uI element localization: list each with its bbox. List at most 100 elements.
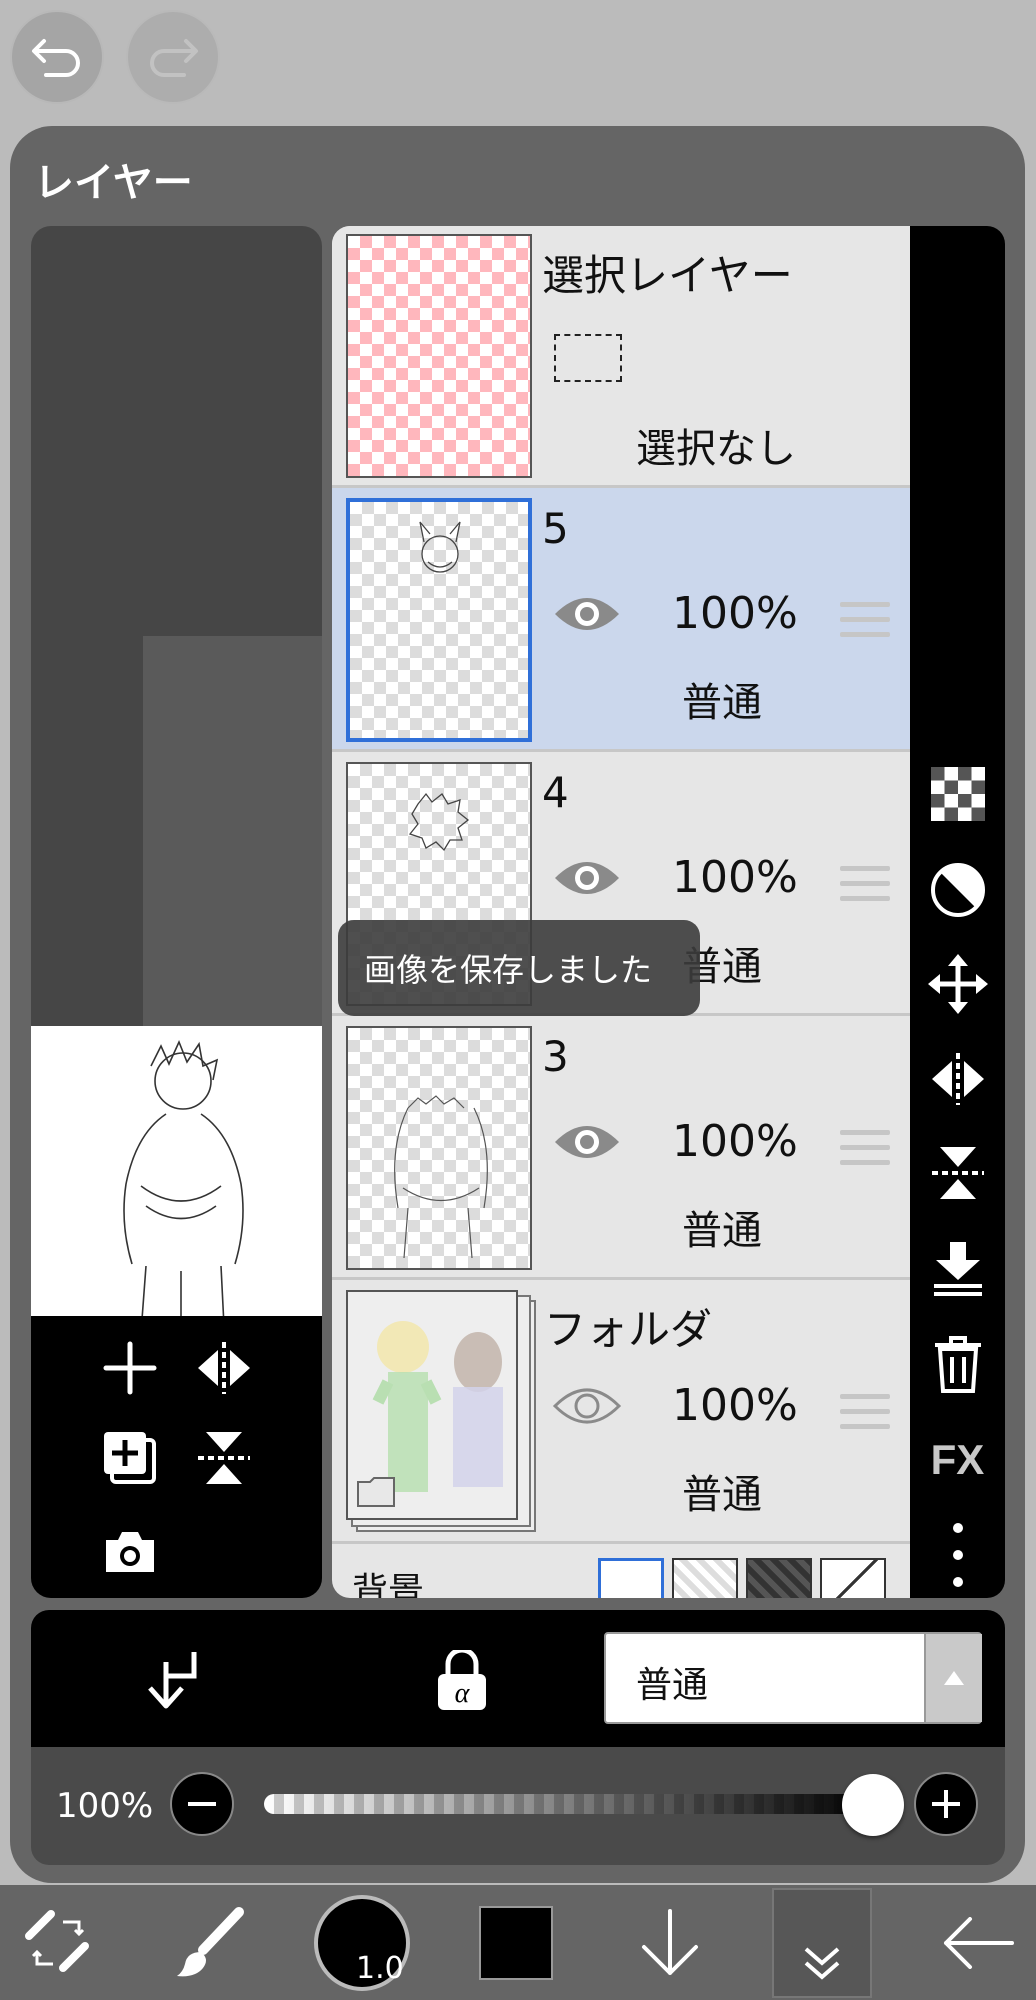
back-button[interactable] [936, 1885, 1020, 2000]
camera-icon[interactable] [102, 1528, 158, 1576]
plus-icon [932, 1790, 960, 1818]
trash-icon [934, 1336, 981, 1393]
layer-opacity: 100% [672, 852, 798, 903]
mask-button[interactable] [910, 860, 1005, 920]
layer-row[interactable]: 5 100% 普通 [332, 488, 910, 752]
drag-handle-icon[interactable] [840, 866, 890, 911]
folder-name: フォルダ [544, 1305, 713, 1354]
layer-blend-mode: 普通 [682, 1208, 762, 1254]
svg-text:α: α [455, 1678, 471, 1709]
brush-size-button[interactable]: 1.0 [312, 1885, 412, 2000]
more-button[interactable] [910, 1520, 1005, 1590]
alpha-lock-icon[interactable]: α [434, 1650, 490, 1712]
opacity-label: 100% [56, 1786, 154, 1826]
canvas-preview[interactable] [31, 226, 322, 1598]
layer-opacity: 100% [672, 1116, 798, 1167]
preview-viewport [143, 636, 322, 1026]
layer-name: 5 [542, 504, 569, 553]
drag-handle-icon[interactable] [840, 1394, 890, 1439]
layer-blend-mode: 普通 [682, 1472, 762, 1518]
blend-mode-value: 普通 [636, 1665, 709, 1706]
merge-down-button[interactable] [910, 1238, 1005, 1298]
flip-vertical-icon [931, 1147, 984, 1199]
checker-icon [930, 767, 985, 821]
plus-icon[interactable] [102, 1340, 158, 1396]
layer-thumbnail [346, 1026, 532, 1270]
transparency-button[interactable] [910, 766, 1005, 822]
triangle-up-icon [944, 1671, 964, 1685]
move-button[interactable] [910, 954, 1005, 1014]
eye-icon[interactable] [552, 1120, 622, 1164]
flip-vertical-icon[interactable] [196, 1430, 252, 1486]
selection-status: 選択なし [636, 426, 796, 472]
opacity-slider-thumb[interactable] [842, 1774, 904, 1836]
redo-icon [150, 39, 198, 77]
eye-outline-icon[interactable] [552, 1384, 622, 1428]
flip-vertical-button[interactable] [910, 1144, 1005, 1202]
layer-name: 4 [542, 768, 569, 817]
layer-thumbnail-sketch [394, 1095, 488, 1259]
selection-layer-name: 選択レイヤー [542, 251, 793, 300]
flip-horizontal-button[interactable] [910, 1050, 1005, 1108]
layer-name: 3 [542, 1032, 569, 1081]
color-button[interactable] [478, 1885, 554, 2000]
chevron-double-down-icon [804, 1947, 840, 1980]
merge-down-icon [933, 1242, 982, 1296]
character-sketch [123, 1039, 244, 1347]
opacity-decrease-button[interactable] [170, 1772, 234, 1836]
selection-marquee-icon [554, 334, 622, 382]
folder-row[interactable]: フォルダ 100% 普通 [332, 1280, 910, 1544]
drag-handle-icon[interactable] [840, 602, 890, 647]
select-tool-button[interactable] [18, 1885, 98, 2000]
panel-title: レイヤー [34, 160, 193, 206]
selection-layer-row[interactable]: 選択レイヤー 選択なし [332, 226, 910, 488]
current-color-swatch [479, 1905, 553, 1980]
brush-size-value: 1.0 [356, 1951, 404, 1986]
blend-mode-dropdown-button[interactable] [924, 1634, 982, 1722]
half-circle-icon [930, 863, 985, 917]
background-none-option[interactable] [820, 1558, 886, 1598]
down-arrow-button[interactable] [630, 1885, 710, 2000]
opacity-slider-track[interactable] [264, 1794, 874, 1814]
layer-list[interactable]: 選択レイヤー 選択なし 5 100% 普通 4 100% 普通 3 100% 普… [332, 226, 910, 1598]
arrow-down-icon [642, 1908, 698, 1975]
opacity-increase-button[interactable] [914, 1772, 978, 1836]
layer-opacity: 100% [672, 1380, 798, 1431]
undo-button[interactable] [10, 10, 104, 104]
folder-icon [357, 1477, 395, 1507]
background-dark-option[interactable] [746, 1558, 812, 1598]
layer-thumbnail [346, 498, 532, 742]
brush-tool-button[interactable] [168, 1885, 252, 2000]
background-checker-option[interactable] [672, 1558, 738, 1598]
redo-button[interactable] [126, 10, 220, 104]
preview-image [31, 1026, 322, 1347]
delete-button[interactable] [910, 1334, 1005, 1394]
brush-icon [177, 1906, 244, 1976]
toast-message: 画像を保存しました [338, 920, 700, 1016]
blend-mode-select[interactable]: 普通 [604, 1632, 982, 1724]
arrow-left-icon [944, 1916, 1014, 1969]
fx-icon[interactable]: FX [910, 1430, 1005, 1490]
folder-thumbnail [346, 1290, 518, 1520]
undo-icon [32, 39, 80, 77]
move-icon [927, 954, 988, 1014]
preview-actions [31, 1316, 322, 1598]
minus-icon [188, 1802, 216, 1806]
layer-thumbnail-sketch [419, 521, 461, 573]
background-white-option[interactable] [598, 1558, 664, 1598]
layer-panel-toggle-button[interactable] [772, 1888, 872, 1998]
background-label: 背景 [352, 1571, 425, 1598]
more-icon [952, 1523, 963, 1587]
drag-handle-icon[interactable] [840, 1130, 890, 1175]
layer-opacity: 100% [672, 588, 798, 639]
layer-blend-mode: 普通 [682, 680, 762, 726]
flip-horizontal-icon[interactable] [196, 1340, 252, 1396]
duplicate-layer-icon[interactable] [102, 1430, 158, 1486]
eye-icon[interactable] [552, 592, 622, 636]
layer-row[interactable]: 3 100% 普通 [332, 1016, 910, 1280]
background-row[interactable]: 背景 [332, 1544, 910, 1598]
clipping-arrow-icon[interactable] [148, 1650, 204, 1710]
selection-layer-thumbnail [346, 234, 532, 478]
eye-icon[interactable] [552, 856, 622, 900]
select-swap-icon [25, 1909, 89, 1972]
